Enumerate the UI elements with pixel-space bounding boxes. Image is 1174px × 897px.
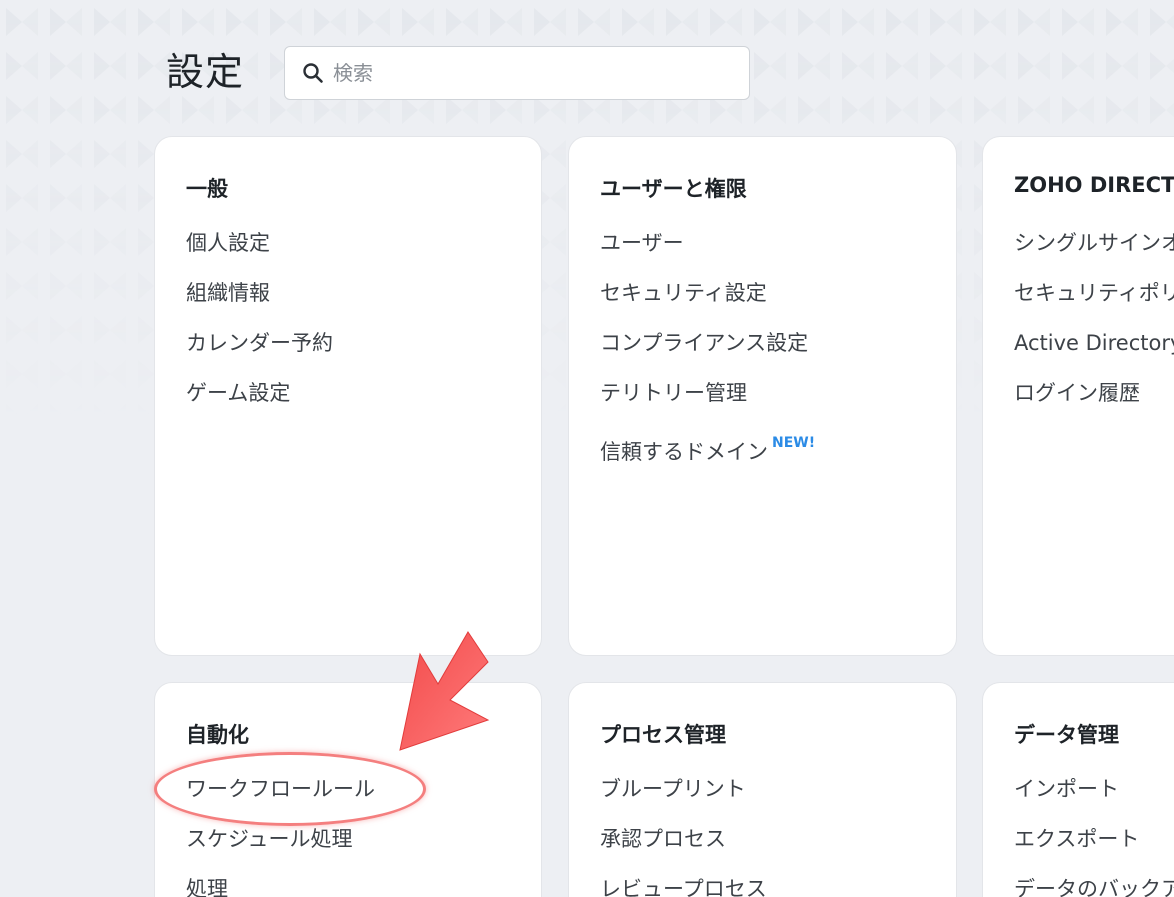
link-approval-process[interactable]: 承認プロセス <box>600 823 767 873</box>
card-title: ユーザーと権限 <box>600 177 747 201</box>
link-workflow-rules[interactable]: ワークフロールール <box>186 773 375 823</box>
card-title: プロセス管理 <box>600 723 726 747</box>
link-company-details[interactable]: 組織情報 <box>186 277 333 327</box>
link-data-backup[interactable]: データのバックアップ <box>1014 873 1174 897</box>
card-general: 一般 個人設定 組織情報 カレンダー予約 ゲーム設定 <box>154 136 542 656</box>
card-process-management: プロセス管理 ブループリント 承認プロセス レビュープロセス <box>568 682 957 897</box>
settings-page: 設定 一般 個人設定 組織情報 カレンダー予約 ゲーム設定 ユーザーと権限 ユー… <box>0 0 1174 897</box>
card-item-list: ブループリント 承認プロセス レビュープロセス <box>600 773 767 897</box>
link-export[interactable]: エクスポート <box>1014 823 1174 873</box>
search-icon <box>301 61 325 85</box>
link-import[interactable]: インポート <box>1014 773 1174 823</box>
page-title: 設定 <box>166 50 245 94</box>
link-blueprint[interactable]: ブループリント <box>600 773 767 823</box>
link-personal-settings[interactable]: 個人設定 <box>186 227 333 277</box>
link-login-history[interactable]: ログイン履歴 <box>1014 377 1174 427</box>
link-trusted-domains-row[interactable]: 信頼するドメイン NEW! <box>600 427 815 477</box>
link-security-policy[interactable]: セキュリティポリシー <box>1014 277 1174 327</box>
link-actions[interactable]: 処理 <box>186 873 375 897</box>
card-title: 一般 <box>186 177 228 201</box>
card-item-list: ユーザー セキュリティ設定 コンプライアンス設定 テリトリー管理 信頼するドメイ… <box>600 227 815 477</box>
card-title: 自動化 <box>186 723 249 747</box>
new-badge: NEW! <box>772 435 816 451</box>
card-title: データ管理 <box>1014 723 1119 747</box>
search-box[interactable] <box>284 46 750 100</box>
card-item-list: ワークフロールール スケジュール処理 処理 <box>186 773 375 897</box>
card-users-and-permissions: ユーザーと権限 ユーザー セキュリティ設定 コンプライアンス設定 テリトリー管理… <box>568 136 957 656</box>
card-item-list: 個人設定 組織情報 カレンダー予約 ゲーム設定 <box>186 227 333 427</box>
link-territory-management[interactable]: テリトリー管理 <box>600 377 815 427</box>
link-security-settings[interactable]: セキュリティ設定 <box>600 277 815 327</box>
card-item-list: シングルサインオン セキュリティポリシー Active Directory ログ… <box>1014 227 1174 427</box>
link-users[interactable]: ユーザー <box>600 227 815 277</box>
card-data-administration: データ管理 インポート エクスポート データのバックアップ <box>982 682 1174 897</box>
card-zoho-directory: ZOHO DIRECTORY シングルサインオン セキュリティポリシー Acti… <box>982 136 1174 656</box>
link-game-settings[interactable]: ゲーム設定 <box>186 377 333 427</box>
link-review-process[interactable]: レビュープロセス <box>600 873 767 897</box>
link-calendar-booking[interactable]: カレンダー予約 <box>186 327 333 377</box>
link-active-directory[interactable]: Active Directory <box>1014 327 1174 377</box>
card-item-list: インポート エクスポート データのバックアップ <box>1014 773 1174 897</box>
card-title: ZOHO DIRECTORY <box>1014 173 1174 197</box>
search-input[interactable] <box>333 53 713 93</box>
link-compliance-settings[interactable]: コンプライアンス設定 <box>600 327 815 377</box>
card-automation: 自動化 ワークフロールール スケジュール処理 処理 <box>154 682 542 897</box>
link-trusted-domains[interactable]: 信頼するドメイン <box>600 440 768 464</box>
link-schedules[interactable]: スケジュール処理 <box>186 823 375 873</box>
link-single-sign-on[interactable]: シングルサインオン <box>1014 227 1174 277</box>
